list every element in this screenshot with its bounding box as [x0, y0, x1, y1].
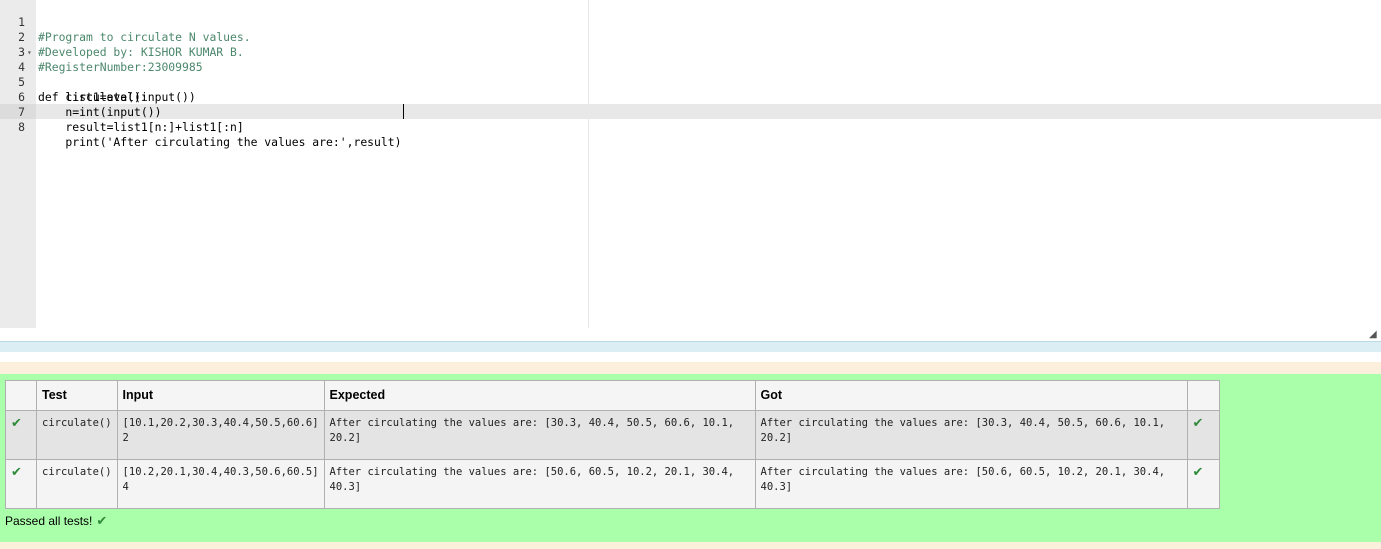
summary-message: Passed all tests! ✔: [5, 514, 107, 529]
summary-text: Passed all tests!: [5, 514, 93, 528]
code-line[interactable]: 5 list1=eval(input()): [0, 60, 1381, 104]
line-number: 8: [18, 120, 25, 134]
test-results-table: Test Input Expected Got ✔ circulate() [1…: [5, 380, 1220, 509]
code-text[interactable]: result=list1[n:]+list1[:n]: [38, 120, 243, 135]
divider-bar: [0, 542, 1381, 549]
test-results-panel: Test Input Expected Got ✔ circulate() [1…: [0, 374, 1381, 542]
table-row: ✔ circulate() [10.1,20.2,30.3,40.4,50.5,…: [5, 410, 1220, 460]
check-icon: ✔: [11, 465, 22, 480]
input-line: 2: [122, 432, 129, 444]
divider-bar: [0, 362, 1381, 374]
code-line[interactable]: 3 #RegisterNumber:23009985: [0, 30, 1381, 74]
fold-arrow-icon[interactable]: ▾: [27, 45, 35, 60]
check-icon: ✔: [1192, 416, 1204, 431]
got-cell: After circulating the values are: [30.3,…: [754, 410, 1188, 460]
test-cell: circulate(): [36, 410, 118, 460]
code-line[interactable]: 2 #Developed by: KISHOR KUMAR B.: [0, 15, 1381, 59]
got-column-header: Got: [754, 380, 1188, 411]
expected-cell: After circulating the values are: [30.3,…: [323, 410, 756, 460]
check-icon: ✔: [11, 416, 22, 431]
check-icon: ✔: [1192, 465, 1204, 480]
code-line[interactable]: 8 print('After circulating the values ar…: [0, 105, 1381, 149]
input-line: 4: [122, 481, 129, 493]
row-result-cell: ✔: [1186, 459, 1220, 509]
code-editor[interactable]: 1 #Program to circulate N values. 2 #Dev…: [0, 0, 1381, 328]
table-header-row: Test Input Expected Got: [5, 380, 1220, 411]
test-column-header: Test: [36, 380, 118, 411]
got-cell: After circulating the values are: [50.6,…: [754, 459, 1188, 509]
code-line[interactable]: 1 #Program to circulate N values.: [0, 0, 1381, 44]
input-cell: [10.2,20.1,30.4,40.3,50.6,60.5] 4: [116, 459, 325, 509]
expected-cell: After circulating the values are: [50.6,…: [323, 459, 756, 509]
test-cell: circulate(): [36, 459, 118, 509]
expected-column-header: Expected: [323, 380, 756, 411]
table-row: ✔ circulate() [10.2,20.1,30.4,40.3,50.6,…: [5, 459, 1220, 509]
row-result-cell: ✔: [1186, 410, 1220, 460]
text-cursor: [403, 104, 404, 119]
row-status-cell: ✔: [5, 410, 37, 460]
resize-grip-icon[interactable]: ◢: [1369, 330, 1379, 340]
input-column-header: Input: [116, 380, 325, 411]
input-line: [10.1,20.2,30.3,40.4,50.5,60.6]: [122, 417, 319, 429]
input-cell: [10.1,20.2,30.3,40.4,50.5,60.6] 2: [116, 410, 325, 460]
divider-bar: [0, 341, 1381, 352]
check-icon: ✔: [96, 514, 108, 529]
code-line[interactable]: 7 result=list1[n:]+list1[:n]: [0, 90, 1381, 134]
code-line[interactable]: 4 ▾ def circulate():: [0, 45, 1381, 104]
row-status-cell: ✔: [5, 459, 37, 509]
code-line[interactable]: 6 n=int(input()): [0, 75, 1381, 119]
input-line: [10.2,20.1,30.4,40.3,50.6,60.5]: [122, 466, 319, 478]
status-column-header: [5, 380, 37, 411]
result-column-header: [1186, 380, 1220, 411]
code-text[interactable]: print('After circulating the values are:…: [38, 135, 401, 150]
